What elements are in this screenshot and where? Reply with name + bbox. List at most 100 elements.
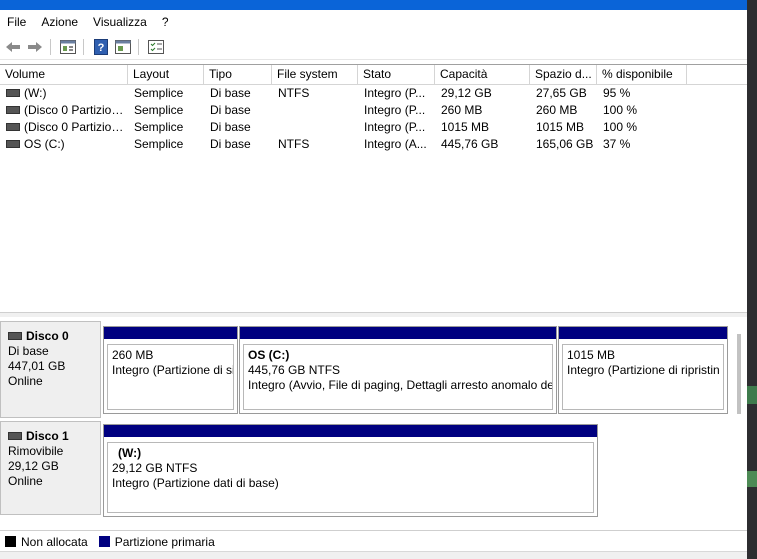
disk-1-partition-w[interactable]: (W:) 29,12 GB NTFS Integro (Partizione d…: [103, 424, 598, 517]
menu-azione[interactable]: Azione: [34, 15, 86, 29]
capacita-cell: 445,76 GB: [441, 137, 499, 151]
tipo-cell: Di base: [210, 137, 251, 151]
disk-status: Online: [8, 374, 43, 388]
svg-text:?: ?: [98, 42, 105, 54]
disk-0-label[interactable]: Disco 0 Di base 447,01 GB Online: [0, 321, 101, 418]
layout-cell: Semplice: [134, 103, 184, 117]
disk-icon: [8, 331, 22, 340]
disk-name: Disco 1: [26, 429, 69, 443]
partition-label: OS (C:): [248, 348, 290, 362]
stato-cell: Integro (P...: [364, 103, 426, 117]
volume-name: (Disco 0 Partizione...: [24, 120, 128, 134]
background-green-block: [747, 386, 757, 404]
legend-unallocated-swatch: [5, 536, 16, 547]
column-header-spazio[interactable]: Spazio d...: [530, 65, 597, 84]
volume-cell: OS (C:): [0, 136, 128, 153]
partition-bar: [559, 327, 727, 339]
file-system-cell: [272, 119, 358, 136]
title-bar-strip: [0, 0, 747, 10]
legend-primary-label: Partizione primaria: [114, 534, 215, 549]
file-system-cell: NTFS: [278, 137, 310, 151]
table-row[interactable]: (Disco 0 Partizione... Semplice Di base …: [0, 102, 747, 119]
menu-file[interactable]: File: [0, 15, 34, 29]
layout-cell: Semplice: [134, 86, 184, 100]
column-header-pct-disponibile[interactable]: % disponibile: [597, 65, 687, 84]
drive-icon: [6, 88, 20, 97]
properties-icon[interactable]: [59, 38, 77, 56]
capacita-cell: 29,12 GB: [441, 86, 492, 100]
capacita-cell: 260 MB: [441, 103, 483, 117]
file-system-cell: NTFS: [278, 86, 310, 100]
stato-cell: Integro (P...: [364, 120, 426, 134]
legend-primary-swatch: [98, 536, 110, 547]
tipo-cell: Di base: [210, 120, 251, 134]
layout-cell: Semplice: [134, 120, 184, 134]
column-header-volume[interactable]: Volume: [0, 65, 128, 84]
disk-0-partition-recovery[interactable]: 1015 MB Integro (Partizione di ripristin: [558, 326, 728, 414]
stato-cell: Integro (A...: [364, 137, 427, 151]
partition-content: (W:) 29,12 GB NTFS Integro (Partizione d…: [107, 442, 594, 513]
disk-status: Online: [8, 474, 43, 488]
disk-type: Di base: [8, 344, 49, 358]
pct-cell: 37 %: [603, 137, 631, 151]
partition-bar: [104, 425, 597, 437]
partition-size: 260 MB: [112, 348, 154, 362]
toolbar-separator: [138, 39, 139, 55]
column-header-layout[interactable]: Layout: [128, 65, 204, 84]
layout-cell: Semplice: [134, 137, 184, 151]
volume-cell: (Disco 0 Partizione...: [0, 102, 128, 119]
volume-list: Volume Layout Tipo File system Stato Cap…: [0, 64, 747, 313]
spazio-cell: 260 MB: [536, 103, 578, 117]
disk-1-label[interactable]: Disco 1 Rimovibile 29,12 GB Online: [0, 421, 101, 515]
disk-0-partition-os[interactable]: OS (C:) 445,76 GB NTFS Integro (Avvio, F…: [239, 326, 557, 414]
disk-0-partition-1[interactable]: 260 MB Integro (Partizione di si: [103, 326, 238, 414]
partition-size: 445,76 GB NTFS: [248, 363, 341, 377]
table-row[interactable]: (Disco 0 Partizione... Semplice Di base …: [0, 119, 747, 136]
spazio-cell: 1015 MB: [536, 120, 585, 134]
partition-bar: [104, 327, 237, 339]
drive-icon: [6, 105, 20, 114]
spazio-cell: 27,65 GB: [536, 86, 587, 100]
capacita-cell: 1015 MB: [441, 120, 490, 134]
column-header-file-system[interactable]: File system: [272, 65, 358, 84]
spazio-cell: 165,06 GB: [536, 137, 594, 151]
drive-icon: [6, 122, 20, 131]
menu-visualizza[interactable]: Visualizza: [86, 15, 155, 29]
table-row[interactable]: OS (C:) Semplice Di base NTFS Integro (A…: [0, 136, 747, 153]
tipo-cell: Di base: [210, 86, 251, 100]
console-tree-icon[interactable]: [114, 38, 132, 56]
file-system-cell: [272, 102, 358, 119]
drive-icon: [6, 139, 20, 148]
back-arrow-icon[interactable]: [4, 38, 22, 56]
column-header-stato[interactable]: Stato: [358, 65, 435, 84]
pct-cell: 95 %: [603, 86, 631, 100]
checklist-icon[interactable]: [147, 38, 165, 56]
partition-status: Integro (Avvio, File di paging, Dettagli…: [248, 378, 553, 392]
toolbar: ?: [0, 35, 747, 60]
disk-icon: [8, 431, 22, 440]
disk-size: 29,12 GB: [8, 459, 59, 473]
partition-content: 260 MB Integro (Partizione di si: [107, 344, 234, 410]
volume-name: OS (C:): [24, 137, 65, 151]
legend-unallocated-label: Non allocata: [21, 534, 88, 549]
partition-status: Integro (Partizione di ripristin: [567, 363, 720, 377]
column-header-tipo[interactable]: Tipo: [204, 65, 272, 84]
disk-graphic-view: Disco 0 Di base 447,01 GB Online 260 MB …: [0, 317, 747, 527]
partition-label: (W:): [118, 446, 142, 460]
background-green-block: [747, 471, 757, 487]
volume-cell: (W:): [0, 85, 128, 102]
pct-cell: 100 %: [603, 120, 638, 134]
pct-cell: 100 %: [603, 103, 638, 117]
volume-name: (W:): [24, 86, 47, 100]
help-icon[interactable]: ?: [92, 38, 110, 56]
forward-arrow-icon[interactable]: [26, 38, 44, 56]
graphic-scrollbar[interactable]: [737, 334, 741, 414]
column-header-capacita[interactable]: Capacità: [435, 65, 530, 84]
menu-help[interactable]: ?: [155, 15, 177, 29]
legend: Non allocata Partizione primaria: [0, 530, 747, 552]
disk-type: Rimovibile: [8, 444, 64, 458]
disk-size: 447,01 GB: [8, 359, 66, 373]
partition-status: Integro (Partizione dati di base): [112, 476, 279, 490]
partition-size: 1015 MB: [567, 348, 616, 362]
table-row[interactable]: (W:) Semplice Di base NTFS Integro (P...…: [0, 85, 747, 102]
